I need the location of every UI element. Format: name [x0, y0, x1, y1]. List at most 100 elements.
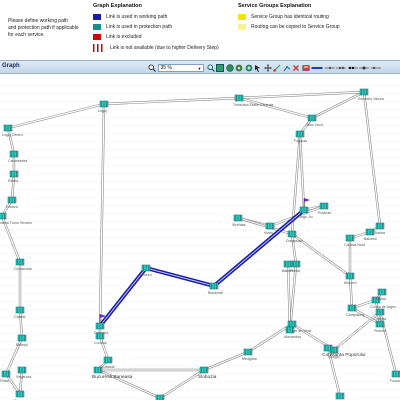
node-label: Segarcea — [16, 375, 31, 379]
graph-node[interactable]: Calafat — [14, 306, 25, 319]
graph-node[interactable]: Babeni — [282, 260, 293, 273]
chevron-down-icon: ▼ — [197, 65, 202, 71]
legend-not-available: Link is not available (due to higher Del… — [93, 44, 219, 52]
node-label: Orsova — [6, 205, 18, 209]
legend-protection-path: Link is used in protection path — [93, 23, 172, 31]
zoom-select[interactable]: 35 % ▼ — [157, 63, 204, 72]
node-label: Targu Jiu — [298, 215, 313, 219]
node-label: Calafat — [14, 315, 25, 319]
node-label: Bucuresti Baneasa — [92, 374, 133, 380]
graph-node[interactable]: Baileşti — [16, 334, 28, 347]
graph-node[interactable]: Fetesti — [334, 392, 345, 400]
export-icon[interactable] — [302, 64, 310, 72]
protection-path-swatch — [93, 24, 101, 30]
graph-node[interactable]: Medgidia — [242, 348, 257, 361]
route-icon[interactable] — [283, 64, 291, 72]
legend-label: Link is not available (due to higher Del… — [110, 45, 219, 51]
settings-icon[interactable] — [235, 64, 243, 72]
node-label: Slobozia — [198, 374, 217, 380]
graph-canvas[interactable]: Lugoj Lugoj Centru Timisoara Statie Centra… — [0, 74, 400, 400]
refresh-icon[interactable] — [245, 64, 253, 72]
graph-node[interactable]: Drobeta Turnu Severin — [0, 212, 32, 225]
graph-node[interactable]: Slatina — [374, 222, 385, 235]
legend-working-path: Link is used in working path — [93, 13, 167, 21]
network-graph[interactable]: Lugoj Lugoj Centru Timisoara Statie Centra… — [0, 74, 400, 400]
node-label: Caransebes — [8, 159, 28, 163]
graph-node[interactable]: Rovinari — [318, 202, 331, 215]
graph-node[interactable]: Filiasi — [0, 370, 11, 383]
graph-node[interactable]: Sibiu Nord — [306, 114, 323, 127]
graph-node[interactable]: Lugoj — [98, 100, 109, 113]
node-label: Strehaia — [232, 223, 245, 227]
not-available-swatch — [93, 44, 103, 52]
node-label: Drobeta Turnu Severin — [0, 221, 32, 225]
node-line-icon-2[interactable] — [336, 64, 346, 72]
node-line-icon-3[interactable] — [347, 64, 358, 72]
zoom-in-icon[interactable] — [206, 63, 215, 72]
legend-label: Link is used in protection path — [106, 24, 173, 30]
node-label: Slatina — [374, 231, 385, 235]
graph-node[interactable]: Oltenita — [374, 308, 386, 321]
graph-node[interactable]: Resita — [8, 170, 19, 183]
select-icon[interactable] — [254, 64, 262, 72]
delete-icon[interactable] — [292, 64, 300, 72]
node-label: Lugoj — [98, 109, 107, 113]
node-label: Medgidia — [242, 357, 257, 361]
excluded-swatch — [93, 34, 101, 40]
node-label: Oltenita — [374, 317, 386, 321]
node-label: Ploiesti — [374, 329, 386, 333]
node-label: Cernavoda — [14, 267, 32, 271]
graph-node[interactable]: Campulung — [346, 304, 364, 317]
graph-node[interactable]: Fagaras — [294, 130, 307, 143]
link-icon[interactable] — [273, 64, 281, 72]
graph-node[interactable]: Slobozia — [198, 366, 217, 380]
graph-node[interactable]: Cernavoda — [14, 258, 32, 271]
graph-node[interactable]: Focsani — [390, 370, 400, 383]
node-label: Sibiu Nord — [306, 123, 323, 127]
node-label: Focsani — [390, 379, 400, 383]
graph-node[interactable]: Dancu — [376, 288, 386, 301]
node-line-icon-4[interactable] — [359, 64, 369, 72]
node-label: Dancu — [376, 297, 386, 301]
graph-node[interactable]: Caracal — [102, 356, 115, 369]
graph-node[interactable]: Segarcea — [16, 366, 31, 379]
graph-node[interactable]: Orsova — [6, 196, 18, 209]
graph-toolbar: 35 % ▼ — [148, 62, 382, 73]
zoom-value: 35 % — [160, 64, 172, 71]
legend-label: Link is excluded — [106, 34, 142, 40]
working-path-swatch — [93, 14, 101, 20]
graph-node[interactable]: Caransebes — [8, 150, 28, 163]
node-label: Bumbesti — [208, 291, 223, 295]
node-label: Constanta Poporului — [322, 352, 365, 358]
graph-node[interactable]: Ramnicu Valcea — [358, 88, 384, 101]
graph-node[interactable]: Bumbesti — [208, 282, 223, 295]
move-icon[interactable] — [263, 63, 272, 72]
identical-routing-swatch — [238, 14, 246, 20]
graph-node[interactable]: Strehaia — [232, 214, 245, 227]
legend-copy-routing: Routing can be copied to Service Group — [238, 23, 340, 31]
graph-node[interactable]: Dragasani — [286, 230, 303, 243]
node-label: Lugoj Centru — [2, 133, 23, 137]
node-label: Motru — [264, 231, 273, 235]
node-line-icon[interactable] — [324, 64, 335, 72]
service-groups-legend-title: Service Groups Explanation — [238, 3, 312, 9]
node-label: Fagaras — [294, 139, 307, 143]
zoom-fit-icon[interactable] — [216, 63, 224, 72]
graph-window-titlebar: Graph 35 % ▼ — [0, 60, 400, 74]
node-line-icon-5[interactable] — [370, 64, 381, 72]
legend-identical-routing: Service Group has identical routing — [238, 13, 329, 21]
layout-icon[interactable] — [225, 63, 234, 72]
node-label: Horezu — [140, 273, 152, 277]
graph-node[interactable]: Ploiesti — [374, 320, 386, 333]
graph-node[interactable]: Mioveni — [344, 272, 357, 285]
node-label: Ramnicu Valcea — [358, 97, 384, 101]
legend-label: Routing can be copied to Service Group — [251, 24, 340, 30]
graph-node[interactable]: Calarasi — [14, 390, 27, 400]
node-label: Rovinari — [318, 211, 331, 215]
view-icon[interactable] — [311, 64, 323, 72]
node-label: Craiova Nord — [344, 243, 365, 247]
node-label: Alexandria — [284, 335, 301, 339]
zoom-icon[interactable] — [148, 63, 156, 72]
copy-routing-swatch — [238, 24, 246, 30]
graph-node[interactable]: Constanta Poporului — [322, 344, 365, 358]
